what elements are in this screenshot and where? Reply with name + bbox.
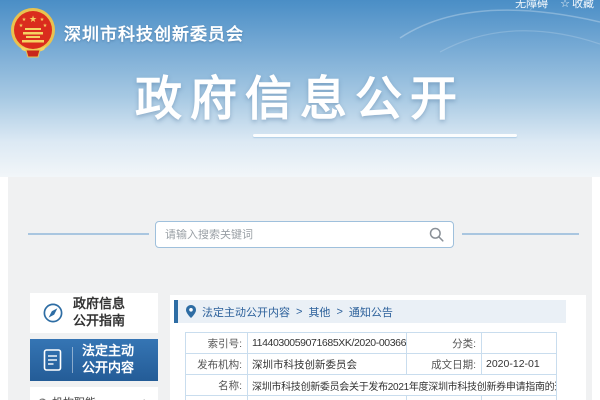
- empty-cell: [481, 395, 557, 400]
- sidebar-item-disclosure-guide[interactable]: 政府信息 公开指南: [30, 293, 158, 333]
- breadcrumb-separator: >: [296, 305, 303, 318]
- search-button[interactable]: [429, 227, 444, 242]
- table-row: 索引号: 1144030059071685XK/2020-00366 分类:: [185, 332, 557, 354]
- location-pin-icon: [186, 305, 196, 318]
- table-row: 名称: 深圳市科技创新委员会关于发布2021年度深圳市科技创新券申请指南的通知: [185, 374, 557, 396]
- search-left-rule: [28, 233, 149, 235]
- national-emblem-icon: ★ ★ ★ ★ ★: [11, 8, 55, 58]
- sidebar-item-statutory-disclosure[interactable]: 法定主动 公开内容: [30, 339, 158, 381]
- banner: ★ ★ ★ ★ ★ 深圳市科技创新委员会 无障碍 ☆ 收藏 政府信息公开: [0, 0, 600, 177]
- breadcrumb: 法定主动公开内容 > 其他 > 通知公告: [174, 300, 566, 323]
- main-panel: 法定主动公开内容 > 其他 > 通知公告 索引号: 11440300590716…: [170, 295, 586, 400]
- breadcrumb-item-notices[interactable]: 通知公告: [349, 304, 393, 320]
- favorite-link[interactable]: ☆ 收藏: [560, 0, 594, 11]
- banner-divider-line: [253, 134, 517, 137]
- svg-text:★: ★: [29, 14, 37, 24]
- issuing-agency-label: 发布机构:: [185, 353, 248, 375]
- page-title: 政府信息公开: [135, 72, 465, 125]
- index-number-label: 索引号:: [185, 332, 248, 354]
- sidebar-item-separator: [72, 347, 73, 373]
- subitem-label: 机构职能: [52, 394, 140, 400]
- empty-cell: [185, 395, 248, 400]
- label-line1: 政府信息: [73, 296, 126, 312]
- svg-text:★: ★: [19, 23, 24, 29]
- breadcrumb-separator: >: [336, 305, 343, 318]
- expand-plus-icon[interactable]: +: [140, 395, 150, 400]
- sidebar-subitem-org-functions[interactable]: 机构职能 +: [30, 387, 158, 400]
- star-icon: ☆: [560, 0, 570, 10]
- name-value: 深圳市科技创新委员会关于发布2021年度深圳市科技创新券申请指南的通知: [247, 374, 557, 396]
- table-row: 发布机构: 深圳市科技创新委员会 成文日期: 2020-12-01: [185, 353, 557, 375]
- favorite-link-label: 收藏: [572, 0, 594, 10]
- accessibility-link[interactable]: 无障碍: [515, 0, 548, 11]
- empty-cell: [406, 395, 482, 400]
- breadcrumb-item-other[interactable]: 其他: [308, 304, 330, 320]
- svg-text:★: ★: [43, 23, 48, 29]
- sidebar: 政府信息 公开指南 法定主动 公开内容: [30, 293, 158, 400]
- table-row: [185, 395, 557, 400]
- compass-icon: [42, 302, 64, 324]
- site-name: 深圳市科技创新委员会: [64, 24, 244, 44]
- document-detail-table: 索引号: 1144030059071685XK/2020-00366 分类: 发…: [185, 332, 557, 400]
- issuing-agency-value: 深圳市科技创新委员会: [247, 353, 407, 375]
- search-bar: [155, 221, 454, 248]
- breadcrumb-item-statutory[interactable]: 法定主动公开内容: [202, 304, 290, 320]
- quick-links: 无障碍 ☆ 收藏: [515, 0, 594, 11]
- content-area: 政府信息 公开指南 法定主动 公开内容: [8, 177, 592, 400]
- empty-cell: [247, 395, 407, 400]
- document-icon: [42, 348, 63, 372]
- category-label: 分类:: [406, 332, 482, 354]
- label-line1: 法定主动: [82, 343, 135, 359]
- accessibility-link-label: 无障碍: [515, 0, 549, 10]
- index-number-value: 1144030059071685XK/2020-00366: [247, 332, 407, 354]
- sidebar-item-label: 政府信息 公开指南: [73, 296, 125, 330]
- site-header: ★ ★ ★ ★ ★ 深圳市科技创新委员会: [10, 6, 244, 58]
- category-value: [481, 332, 557, 354]
- issue-date-label: 成文日期:: [406, 353, 482, 375]
- search-right-rule: [462, 233, 579, 235]
- label-line2: 公开指南: [73, 313, 126, 328]
- issue-date-value: 2020-12-01: [481, 353, 557, 375]
- sidebar-item-label: 法定主动 公开内容: [82, 343, 134, 377]
- label-line2: 公开内容: [82, 360, 135, 375]
- name-label: 名称:: [185, 374, 248, 396]
- search-input[interactable]: [165, 228, 429, 241]
- search-icon: [429, 227, 444, 242]
- page: ★ ★ ★ ★ ★ 深圳市科技创新委员会 无障碍 ☆ 收藏 政府信息公开 请输入…: [0, 0, 600, 400]
